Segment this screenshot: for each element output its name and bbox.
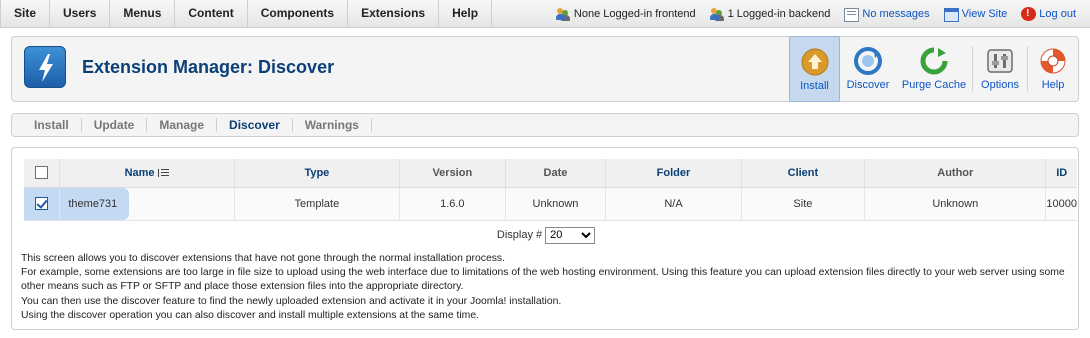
- type-header-label[interactable]: Type: [304, 167, 329, 179]
- menu-users[interactable]: Users: [50, 0, 111, 28]
- id-cell: 10000: [1045, 187, 1077, 221]
- view-site-link[interactable]: View Site: [943, 7, 1008, 22]
- version-header-label: Version: [432, 166, 473, 179]
- description-line: This screen allows you to discover exten…: [21, 253, 506, 264]
- date-cell: Unknown: [505, 187, 607, 221]
- help-label: Help: [1041, 79, 1065, 91]
- id-header-label[interactable]: ID: [1056, 167, 1067, 179]
- tab-manage[interactable]: Manage: [147, 118, 218, 132]
- description-line: For example, some extensions are too lar…: [21, 267, 1065, 293]
- view-site-icon: [943, 8, 959, 22]
- table-row[interactable]: theme731 Template 1.6.0 Unknown N/A Site…: [24, 187, 1077, 221]
- id-column-header[interactable]: ID: [1045, 159, 1077, 188]
- date-column-header: Date: [505, 159, 607, 188]
- display-label: Display #: [496, 229, 543, 241]
- folder-header-label[interactable]: Folder: [657, 167, 691, 179]
- install-icon: [801, 48, 829, 76]
- menu-help[interactable]: Help: [439, 0, 493, 28]
- folder-column-header[interactable]: Folder: [605, 159, 742, 188]
- submenu-tabs: Install Update Manage Discover Warnings: [11, 113, 1079, 137]
- main-menu: Site Users Menus Content Components Exte…: [0, 0, 493, 28]
- author-column-header: Author: [864, 159, 1047, 188]
- extensions-table: Name Type Version Date Folder Client Aut…: [24, 159, 1077, 221]
- display-limit-select[interactable]: 20: [545, 226, 596, 244]
- users-icon: [555, 7, 571, 21]
- type-column-header[interactable]: Type: [234, 159, 401, 188]
- tab-warnings[interactable]: Warnings: [293, 118, 372, 132]
- name-column-header[interactable]: Name: [59, 159, 235, 188]
- menu-menus[interactable]: Menus: [110, 0, 176, 28]
- top-menu-bar: Site Users Menus Content Components Exte…: [0, 0, 1090, 28]
- name-header-label[interactable]: Name: [125, 167, 155, 179]
- discover-icon: [854, 47, 882, 75]
- options-label: Options: [981, 79, 1019, 91]
- description-text: This screen allows you to discover exten…: [21, 252, 1071, 323]
- client-header-label[interactable]: Client: [788, 167, 819, 179]
- row-select-cell[interactable]: [24, 187, 61, 221]
- row-checkbox[interactable]: [35, 197, 49, 210]
- client-column-header[interactable]: Client: [741, 159, 866, 188]
- folder-cell: N/A: [605, 187, 742, 221]
- purge-cache-label: Purge Cache: [901, 79, 967, 91]
- client-cell: Site: [741, 187, 866, 221]
- users-icon: [709, 7, 725, 21]
- version-column-header: Version: [399, 159, 506, 188]
- logout-link[interactable]: Log out: [1021, 7, 1076, 21]
- install-label: Install: [800, 80, 829, 92]
- author-cell: Unknown: [864, 187, 1047, 221]
- tab-discover[interactable]: Discover: [217, 118, 293, 132]
- purge-cache-button[interactable]: Purge Cache: [896, 37, 972, 101]
- logout-label[interactable]: Log out: [1039, 8, 1076, 20]
- author-header-label: Author: [937, 166, 974, 179]
- messages-label[interactable]: No messages: [862, 8, 929, 20]
- discover-label: Discover: [846, 79, 890, 91]
- select-all-header: [24, 159, 61, 188]
- menu-components[interactable]: Components: [248, 0, 349, 28]
- messages-link[interactable]: No messages: [844, 7, 930, 22]
- description-line: You can then use the discover feature to…: [21, 295, 562, 307]
- menu-extensions[interactable]: Extensions: [348, 0, 440, 28]
- description-line: Using the discover operation you can als…: [21, 309, 480, 321]
- options-icon: [986, 47, 1014, 75]
- table-header-row: Name Type Version Date Folder Client Aut…: [24, 159, 1077, 188]
- frontend-users-label: None Logged-in frontend: [573, 8, 696, 20]
- toolbar: Install Discover Purge Cache Options Hel…: [789, 36, 1078, 102]
- sort-icon[interactable]: [157, 168, 170, 177]
- name-cell: theme731: [59, 187, 235, 221]
- install-button[interactable]: Install: [789, 36, 840, 102]
- view-site-label[interactable]: View Site: [962, 8, 1008, 20]
- tab-install[interactable]: Install: [22, 118, 82, 132]
- extension-name: theme731: [60, 187, 130, 220]
- page-header: Extension Manager: Discover Install Disc…: [11, 36, 1079, 102]
- refresh-icon: [920, 47, 948, 75]
- extension-manager-icon: [24, 46, 66, 88]
- status-bar: None Logged-in frontend 1 Logged-in back…: [555, 0, 1090, 28]
- message-icon: [844, 8, 860, 22]
- version-cell: 1.6.0: [399, 187, 506, 221]
- tab-update[interactable]: Update: [82, 118, 148, 132]
- select-all-checkbox[interactable]: [35, 166, 49, 180]
- type-cell: Template: [234, 187, 401, 221]
- discover-button[interactable]: Discover: [840, 37, 896, 101]
- page-title: Extension Manager: Discover: [82, 57, 335, 77]
- menu-content[interactable]: Content: [175, 0, 248, 28]
- lifebuoy-icon: [1039, 47, 1067, 75]
- date-header-label: Date: [543, 166, 568, 179]
- main-content: Name Type Version Date Folder Client Aut…: [11, 147, 1079, 330]
- options-button[interactable]: Options: [973, 37, 1027, 101]
- menu-site[interactable]: Site: [0, 0, 51, 28]
- pagination-limit: Display # 20: [12, 224, 1080, 246]
- backend-users-label: 1 Logged-in backend: [727, 8, 831, 20]
- frontend-users-status: None Logged-in frontend: [555, 7, 696, 21]
- backend-users-status: 1 Logged-in backend: [709, 7, 831, 21]
- logout-icon: [1021, 7, 1037, 21]
- help-button[interactable]: Help: [1028, 37, 1078, 101]
